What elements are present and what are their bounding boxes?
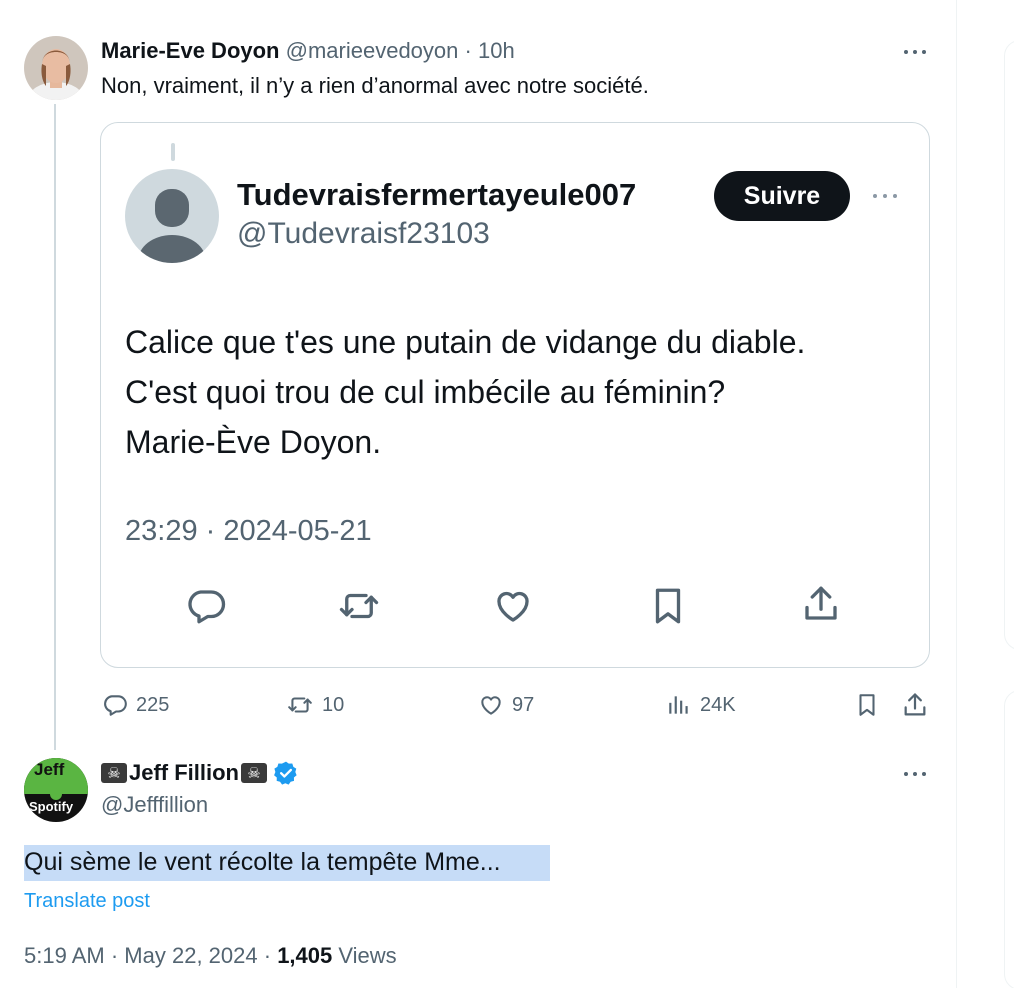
author-handle[interactable]: @Jefffillion <box>101 792 208 818</box>
reply-count: 225 <box>136 693 170 716</box>
quoted-text-line: Marie-Ève Doyon. <box>125 424 382 460</box>
default-avatar-icon <box>125 169 219 263</box>
translate-post-link[interactable]: Translate post <box>24 890 150 913</box>
like-count: 97 <box>512 693 535 716</box>
author-handle[interactable]: @marieevedoyon <box>286 38 459 63</box>
share-icon <box>800 583 842 625</box>
more-icon <box>869 186 901 206</box>
reply-text[interactable]: Qui sème le vent récolte la tempête Mme.… <box>24 848 501 877</box>
separator: · <box>263 943 272 968</box>
avatar-text: Jeff <box>34 760 65 779</box>
quoted-text: Calice que t'es une putain de vidange du… <box>125 317 805 467</box>
tweet-header: Marie-Eve Doyon @marieevedoyon · 10h <box>101 38 515 64</box>
views-button[interactable]: 24K <box>666 692 736 718</box>
separator: · <box>464 38 472 63</box>
tweet-meta: 5:19 AM · May 22, 2024 · 1,405 Views <box>24 943 397 969</box>
tweet-text: Non, vraiment, il n’y a rien d’anormal a… <box>101 73 649 98</box>
quoted-timestamp: 23:29 · 2024-05-21 <box>125 515 372 547</box>
share-icon[interactable] <box>901 691 929 719</box>
views-icon <box>666 692 692 718</box>
avatar-photo <box>24 36 88 100</box>
repost-icon <box>337 585 381 627</box>
avatar-text: Spotify <box>29 799 74 814</box>
like-icon <box>492 585 534 627</box>
bookmark-icon <box>647 585 689 627</box>
like-button[interactable]: 97 <box>478 692 534 718</box>
quoted-handle: @Tudevraisf23103 <box>237 217 490 250</box>
quoted-text-line: C'est quoi trou de cul imbécile au fémin… <box>125 374 726 410</box>
column-divider <box>956 0 957 988</box>
views-label: Views <box>338 943 397 968</box>
sidebar-card <box>1004 40 1014 650</box>
attached-image[interactable]: Tudevraisfermertayeule007 @Tudevraisf231… <box>100 122 930 668</box>
reply-icon <box>185 585 227 627</box>
image-thread-line <box>171 143 175 161</box>
sidebar-card <box>1004 690 1014 988</box>
author-name[interactable]: Marie-Eve Doyon <box>101 38 280 63</box>
reply-button[interactable]: 225 <box>102 692 169 718</box>
author-name[interactable]: Jeff Fillion <box>129 760 239 786</box>
post-date[interactable]: May 22, 2024 <box>124 943 257 968</box>
quoted-text-line: Calice que t'es une putain de vidange du… <box>125 324 806 360</box>
bookmark-icon[interactable] <box>854 692 880 718</box>
repost-button[interactable]: 10 <box>286 692 344 718</box>
avatar[interactable]: Jeff Spotify <box>24 758 88 822</box>
separator: · <box>110 943 119 968</box>
repost-count: 10 <box>322 693 345 716</box>
verified-badge-icon[interactable] <box>273 760 299 786</box>
repost-icon <box>286 692 314 718</box>
follow-button: Suivre <box>714 171 850 221</box>
reply-header: ☠ Jeff Fillion ☠ <box>101 760 299 786</box>
avatar[interactable] <box>24 36 88 100</box>
more-icon[interactable] <box>900 42 930 62</box>
skull-icon: ☠ <box>101 763 127 783</box>
skull-icon: ☠ <box>241 763 267 783</box>
views-count: 1,405 <box>277 943 333 968</box>
quoted-display-name: Tudevraisfermertayeule007 <box>237 177 637 212</box>
views-count: 24K <box>700 693 736 716</box>
thread-connector-line <box>54 104 56 750</box>
like-icon <box>478 692 504 718</box>
timestamp[interactable]: 10h <box>478 38 515 63</box>
post-time[interactable]: 5:19 AM <box>24 943 105 968</box>
more-icon[interactable] <box>900 764 930 784</box>
reply-icon <box>102 692 128 718</box>
